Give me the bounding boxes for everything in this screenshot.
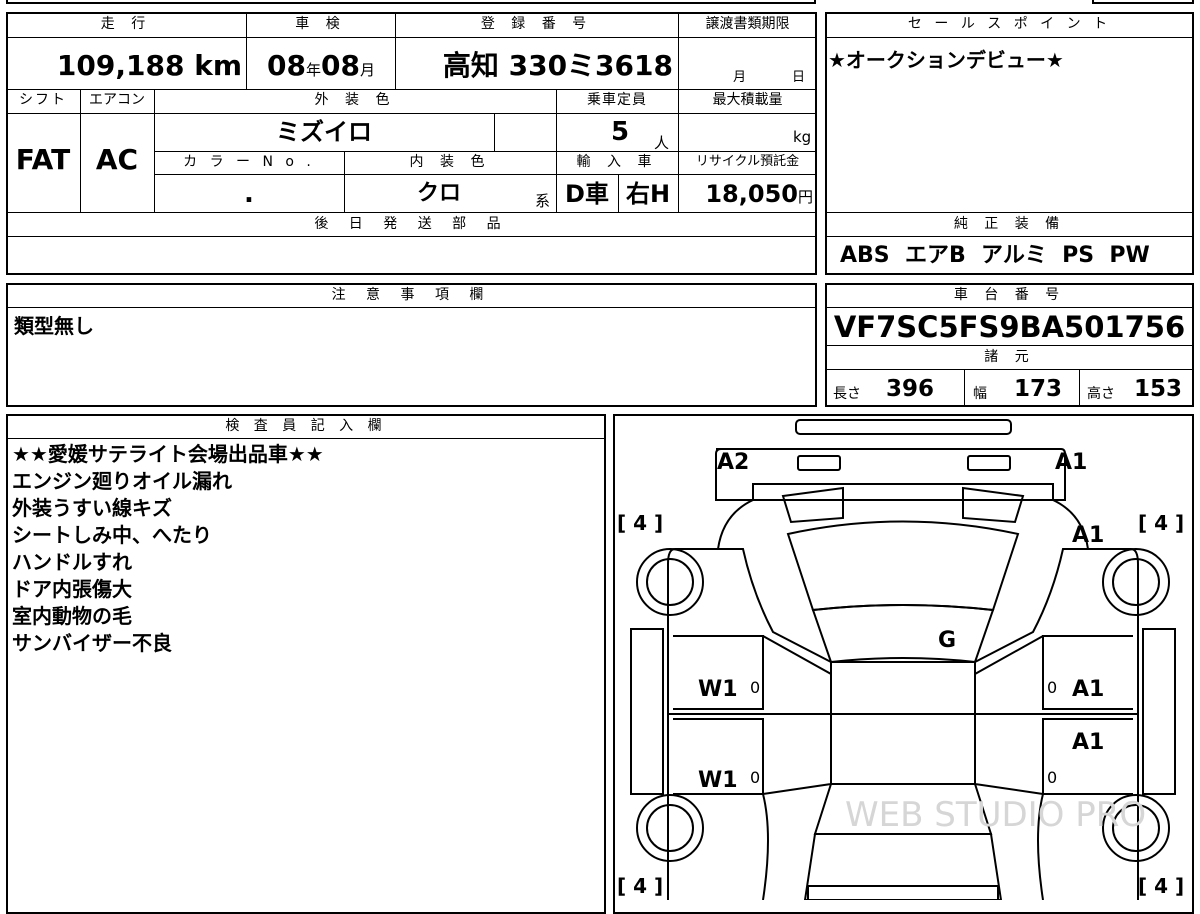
color-no-header: カ ラ ー N o .	[183, 154, 315, 170]
inspector-note: 外装うすい線キズ	[12, 496, 172, 520]
front-right-wheel	[1102, 548, 1170, 616]
sales-point-text: ★オークションデビュー★	[828, 48, 1064, 72]
height-label: 高さ	[1087, 386, 1115, 402]
inspector-note: ハンドルすれ	[12, 550, 132, 574]
mark-windshield: G	[938, 628, 957, 653]
front-left-wheel	[636, 548, 704, 616]
transfer-day-unit: 日	[792, 70, 806, 85]
mark-front-left: A2	[717, 450, 750, 475]
load-unit: kg	[793, 128, 812, 146]
capacity-header: 乗車定員	[587, 92, 647, 108]
length-value: 396	[886, 376, 935, 402]
inspector-note: エンジン廻りオイル漏れ	[12, 469, 232, 493]
interior-color-value: クロ	[416, 181, 461, 206]
left-sill	[630, 628, 664, 795]
inspector-note: 室内動物の毛	[12, 604, 132, 628]
mark-front-right: A1	[1055, 450, 1088, 475]
door-zero-rf: 0	[1047, 678, 1058, 697]
top-strip	[6, 0, 816, 4]
mark-left-rear-door: W1	[698, 768, 738, 793]
later-parts-header: 後 日 発 送 部 品	[314, 216, 509, 232]
width-label: 幅	[973, 386, 987, 402]
chassis-number: VF7SC5FS9BA501756	[833, 310, 1186, 344]
sales-point-header: セ ー ル ス ポ イ ン ト	[907, 16, 1112, 32]
steering-value: 右H	[625, 180, 671, 208]
aircon-value: AC	[95, 143, 139, 176]
mark-right-front-door: A1	[1072, 677, 1105, 702]
front-body	[715, 448, 1066, 501]
shift-header: シフト	[19, 92, 67, 108]
mark-left-front-door: W1	[698, 677, 738, 702]
caution-header: 注 意 事 項 欄	[331, 287, 492, 303]
inspector-note: ドア内張傷大	[12, 577, 132, 601]
genuine-equipment-text: ABS エアB アルミ PS PW	[840, 243, 1150, 268]
chassis-header: 車 台 番 号	[953, 287, 1066, 303]
right-sill	[1142, 628, 1176, 795]
registration-header: 登 録 番 号	[480, 16, 593, 32]
capacity-unit: 人	[654, 134, 670, 152]
trunk	[803, 833, 1003, 900]
genuine-equipment-header: 純 正 装 備	[953, 216, 1066, 232]
height-value: 153	[1134, 376, 1183, 402]
mark-right-rear-door: A1	[1072, 730, 1105, 755]
exterior-color-header: 外 装 色	[314, 92, 396, 108]
recycle-header: リサイクル預託金	[695, 154, 800, 169]
aircon-header: エアコン	[89, 92, 145, 108]
door-zero-lr: 0	[750, 768, 761, 787]
tire-front-left: [ 4 ]	[617, 511, 664, 535]
inspector-note: シートしみ中、へたり	[12, 523, 212, 547]
inspector-header: 検 査 員 記 入 欄	[225, 418, 387, 434]
inspector-notes: ★★愛媛サテライト会場出品車★★ エンジン廻りオイル漏れ 外装うすい線キズ シー…	[12, 441, 324, 657]
mileage-header: 走 行	[100, 16, 152, 32]
tire-rear-left: [ 4 ]	[617, 874, 664, 898]
door-zero-rr: 0	[1047, 768, 1058, 787]
door-zero-lf: 0	[750, 678, 761, 697]
car-diagram: WEB STUDIO PRO	[630, 419, 1176, 900]
interior-color-header: 内 装 色	[409, 154, 491, 170]
capacity-value: 5	[610, 117, 630, 147]
windshield	[811, 604, 995, 664]
inspector-note: ★★愛媛サテライト会場出品車★★	[12, 442, 324, 466]
registration-number: 高知 330ミ3618	[442, 49, 673, 82]
caution-text: 類型無し	[14, 314, 94, 338]
front-upper-left	[781, 486, 844, 524]
tire-rear-right: [ 4 ]	[1138, 874, 1185, 898]
watermark: WEB STUDIO PRO	[845, 795, 1146, 835]
left-pillar	[718, 548, 832, 663]
top-strip-right	[1092, 0, 1194, 4]
rear-quarter-left	[762, 793, 769, 900]
color-no-value: .	[244, 179, 254, 209]
transfer-month-unit: 月	[733, 70, 747, 85]
rear-left-wheel	[636, 794, 704, 862]
rear-bumper	[807, 885, 999, 900]
max-load-header: 最大積載量	[712, 92, 783, 108]
mark-right-fender: A1	[1072, 523, 1105, 548]
length-label: 長さ	[833, 386, 861, 402]
tire-front-right: [ 4 ]	[1138, 511, 1185, 535]
front-bumper	[795, 419, 1012, 435]
import-type: D車	[565, 180, 609, 208]
interior-suffix: 系	[535, 192, 551, 210]
mileage-value: 109,188 km	[56, 49, 242, 82]
inspection-header: 車 検	[295, 16, 346, 32]
left-headlight	[797, 455, 841, 471]
recycle-fee: 18,050円	[705, 180, 813, 208]
roof	[830, 661, 976, 785]
shift-value: FAT	[15, 143, 71, 176]
body-outline	[667, 483, 1139, 900]
width-value: 173	[1014, 376, 1063, 402]
hood	[786, 520, 1020, 612]
right-headlight	[967, 455, 1011, 471]
inspector-note: サンバイザー不良	[12, 631, 172, 655]
right-pillar	[974, 548, 1088, 663]
front-upper-right	[962, 486, 1025, 524]
inspection-date: 08年08月	[267, 49, 375, 82]
specs-header: 諸 元	[984, 349, 1035, 365]
import-header: 輸 入 車	[576, 154, 658, 170]
exterior-color-value: ミズイロ	[276, 118, 372, 146]
transfer-deadline-header: 譲渡書類期限	[705, 16, 790, 32]
